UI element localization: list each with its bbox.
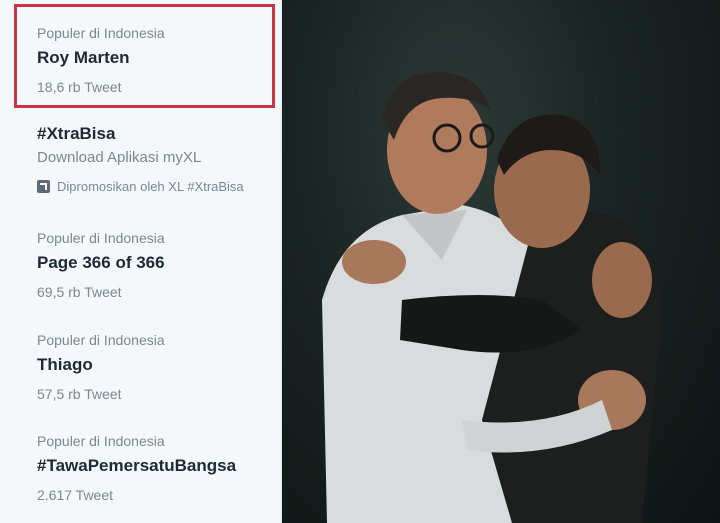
trend-item-xtrabisa[interactable]: #XtraBisa Download Aplikasi myXL Dipromo… — [19, 112, 279, 214]
promoted-icon — [37, 180, 50, 193]
promoted-text: Dipromosikan oleh XL #XtraBisa — [57, 179, 244, 194]
trend-tweet-count: 69,5 rb Tweet — [37, 284, 122, 300]
trend-context: Populer di Indonesia — [37, 433, 165, 449]
trend-name: #XtraBisa — [37, 124, 116, 143]
trend-item-thiago[interactable]: Populer di Indonesia Thiago 57,5 rb Twee… — [19, 315, 279, 417]
trend-context: Populer di Indonesia — [37, 230, 165, 246]
trend-context: Populer di Indonesia — [37, 332, 165, 348]
trend-name: Page 366 of 366 — [37, 253, 165, 272]
trend-item-page-366[interactable]: Populer di Indonesia Page 366 of 366 69,… — [19, 213, 279, 316]
trend-name: Thiago — [37, 355, 93, 374]
photo-illustration — [322, 71, 661, 523]
promoted-label: Dipromosikan oleh XL #XtraBisa — [37, 179, 244, 194]
highlight-box — [14, 4, 275, 108]
trend-tweet-count: 57,5 rb Tweet — [37, 386, 122, 402]
trend-item-tawapemersatubangsa[interactable]: Populer di Indonesia #TawaPemersatuBangs… — [19, 416, 279, 523]
trends-panel: Populer di Indonesia Roy Marten 18,6 rb … — [0, 0, 282, 523]
trend-name: #TawaPemersatuBangsa — [37, 456, 237, 475]
photo-two-men-embracing — [282, 0, 720, 523]
trend-tweet-count: 2.617 Tweet — [37, 487, 114, 503]
trend-description: Download Aplikasi myXL — [37, 149, 202, 166]
